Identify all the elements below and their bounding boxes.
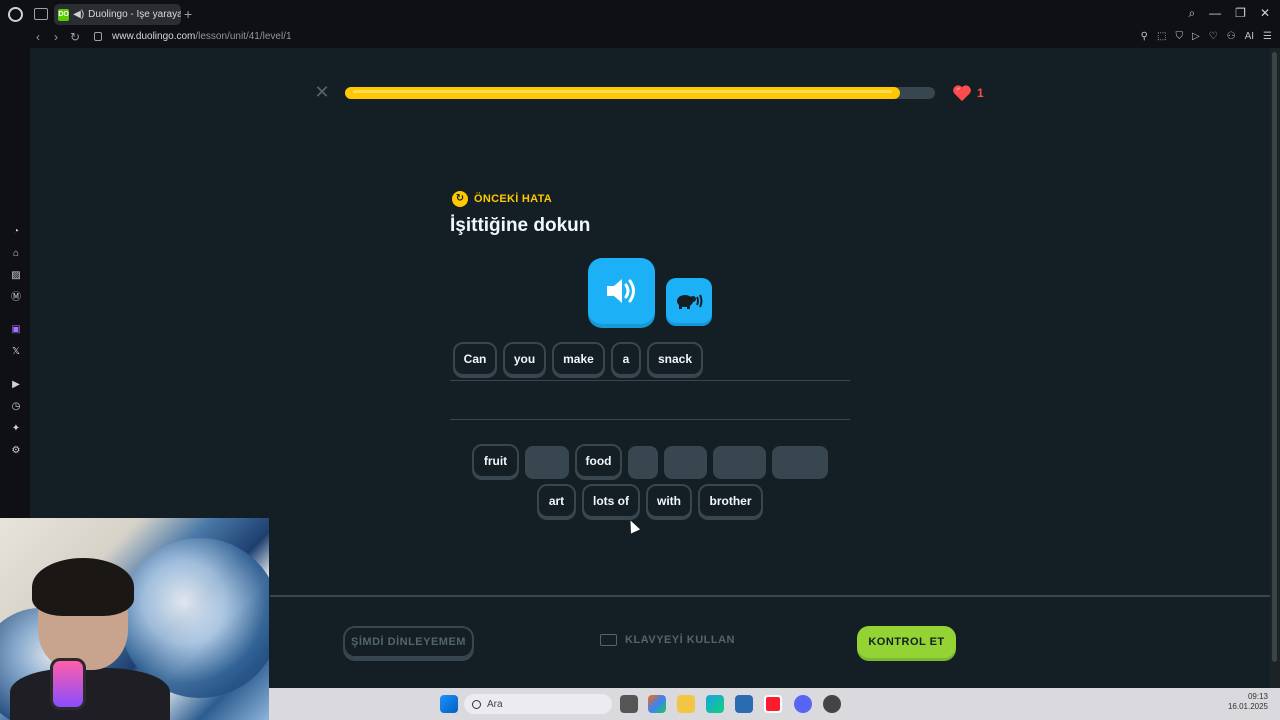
sidebar-extensions-icon[interactable]: ✦ [10, 423, 22, 435]
restore-icon[interactable]: ❐ [1235, 6, 1246, 21]
browser-tab-duolingo[interactable]: DO ◀) Duolingo - İşe yarayan [54, 4, 181, 25]
store-icon[interactable] [735, 695, 753, 713]
tab-title: Duolingo - İşe yarayan [88, 9, 181, 20]
answer-line [450, 419, 850, 420]
word-bank-empty-slot [772, 446, 828, 479]
search-icon [472, 699, 481, 709]
taskbar-search[interactable]: Ara [464, 694, 612, 714]
word-bank-chip[interactable]: with [646, 484, 692, 518]
back-icon[interactable]: ‹ [36, 30, 40, 44]
clock-date: 16.01.2025 [1227, 702, 1268, 711]
previous-mistake-label: ÖNCEKİ HATA [474, 193, 553, 205]
use-keyboard-label: KLAVYEYİ KULLAN [625, 634, 735, 646]
snapshot-icon[interactable]: ⬚ [1157, 31, 1166, 42]
lesson-progress-bar [345, 87, 935, 99]
sidebar-x-icon[interactable]: 𝕏 [10, 346, 22, 358]
opera-taskbar-icon[interactable] [764, 695, 782, 713]
lock-icon[interactable] [94, 32, 102, 41]
discord-icon[interactable] [794, 695, 812, 713]
windows-start-icon[interactable] [440, 695, 458, 713]
opera-logo-icon[interactable] [8, 7, 23, 22]
minimize-icon[interactable]: — [1209, 6, 1221, 21]
duolingo-favicon-icon: DO [58, 8, 70, 21]
word-bank-chip[interactable]: lots of [582, 484, 640, 518]
sidebar-m-icon[interactable]: Ⓜ [10, 292, 22, 304]
answer-word-chip[interactable]: Can [453, 342, 497, 376]
account-icon[interactable]: ⚇ [1227, 31, 1236, 42]
url-host: www.duolingo.com [112, 31, 196, 42]
previous-mistake-badge: ↻ ÖNCEKİ HATA [452, 191, 552, 207]
edge-icon[interactable] [706, 695, 724, 713]
word-bank-chip[interactable]: food [575, 444, 622, 478]
sidebar-aria-icon[interactable]: ◔ [10, 226, 22, 238]
answer-word-chip[interactable]: a [611, 342, 641, 376]
word-bank-empty-slot [713, 446, 766, 479]
hearts-count: 1 [977, 86, 984, 100]
play-audio-button[interactable] [588, 258, 655, 324]
answer-word-chip[interactable]: snack [647, 342, 703, 376]
sidebar-crypto-icon[interactable]: ⌂ [10, 248, 22, 260]
check-button[interactable]: KONTROL ET [857, 626, 956, 658]
answer-line [450, 380, 850, 381]
microphone-icon [50, 658, 86, 710]
play-slow-audio-button[interactable] [666, 278, 712, 323]
sidebar-history-icon[interactable]: ◷ [10, 401, 22, 413]
sidebar-twitch-icon[interactable]: ▣ [10, 324, 22, 336]
word-bank-chip[interactable]: fruit [472, 444, 519, 478]
word-bank-chip[interactable]: brother [698, 484, 763, 518]
url-path: /lesson/unit/41/level/1 [195, 31, 292, 42]
keyboard-icon [600, 634, 617, 646]
task-view-icon[interactable] [620, 695, 638, 713]
pin-icon[interactable]: ⚲ [1141, 31, 1148, 42]
new-tab-icon[interactable]: + [184, 6, 192, 22]
progress-fill [345, 87, 900, 99]
sidebar-settings-icon[interactable]: ⚙ [10, 445, 22, 457]
toolbar-right: ⚲ ⬚ ⛉ ▷ ♡ ⚇ AI ☰ [1141, 31, 1272, 42]
forward-icon[interactable]: › [54, 30, 58, 44]
word-bank-empty-slot [664, 446, 707, 479]
answer-word-chip[interactable]: you [503, 342, 546, 376]
webcam-overlay [0, 518, 269, 720]
use-keyboard-button[interactable]: KLAVYEYİ KULLAN [600, 634, 735, 646]
ai-button[interactable]: AI [1245, 31, 1254, 42]
turtle-icon [677, 294, 703, 309]
retry-icon: ↻ [452, 191, 468, 207]
cant-listen-now-button[interactable]: ŞİMDİ DİNLEYEMEM [343, 626, 474, 658]
address-bar: ‹ › ↻ www.duolingo.com/lesson/unit/41/le… [0, 28, 1280, 48]
close-lesson-icon[interactable]: ✕ [314, 83, 330, 101]
play-icon[interactable]: ▷ [1192, 31, 1200, 42]
taskbar-search-placeholder: Ara [487, 698, 503, 710]
browser-tab-bar: DO ◀) Duolingo - İşe yarayan + ⌕ — ❐ ✕ [0, 0, 1280, 28]
speaker-icon [606, 279, 635, 303]
url-field[interactable]: www.duolingo.com/lesson/unit/41/level/1 [112, 31, 292, 42]
scrollbar-thumb[interactable] [1272, 52, 1277, 662]
streamer-body [10, 668, 170, 720]
word-bank-empty-slot [628, 446, 658, 479]
window-controls: ⌕ — ❐ ✕ [1188, 6, 1270, 21]
streamer-hair [32, 558, 134, 616]
menu-icon[interactable]: ☰ [1263, 31, 1272, 42]
copilot-icon[interactable] [648, 695, 666, 713]
footer-divider [270, 595, 1270, 597]
word-bank-empty-slot [525, 446, 569, 479]
answer-word-chip[interactable]: make [552, 342, 605, 376]
tab-islands-icon[interactable] [34, 8, 48, 20]
obs-icon[interactable] [823, 695, 841, 713]
sidebar-pinboard-icon[interactable]: ▨ [10, 270, 22, 282]
file-explorer-icon[interactable] [677, 695, 695, 713]
shield-icon[interactable]: ⛉ [1175, 31, 1183, 42]
close-window-icon[interactable]: ✕ [1260, 6, 1270, 21]
challenge-title: İşittiğine dokun [450, 215, 591, 236]
heart-outline-icon[interactable]: ♡ [1209, 31, 1218, 42]
taskbar-clock[interactable]: 09:13 16.01.2025 [1228, 692, 1268, 712]
search-icon[interactable]: ⌕ [1188, 6, 1195, 21]
reload-icon[interactable]: ↻ [70, 30, 80, 44]
heart-icon[interactable] [952, 84, 972, 102]
audio-playing-icon[interactable]: ◀) [73, 9, 84, 20]
word-bank-chip[interactable]: art [537, 484, 576, 518]
sidebar-player-icon[interactable]: ▶ [10, 379, 22, 391]
clock-time: 09:13 [1247, 692, 1268, 701]
